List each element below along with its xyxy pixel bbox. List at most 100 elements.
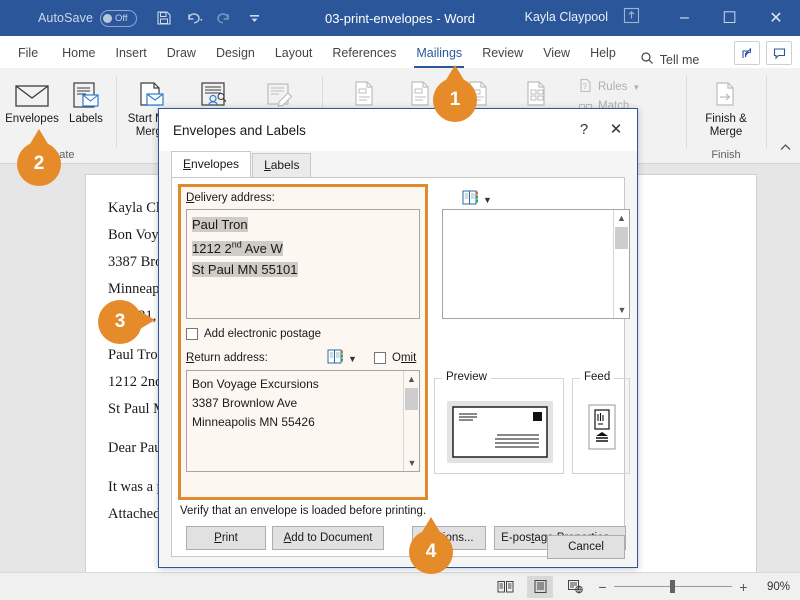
account-name[interactable]: Kayla Claypool xyxy=(525,10,608,24)
dialog-tab-envelopes[interactable]: Envelopes xyxy=(171,151,251,177)
dialog-close-button[interactable]: ✕ xyxy=(601,115,631,143)
tab-review[interactable]: Review xyxy=(472,38,533,68)
zoom-track[interactable] xyxy=(614,586,732,587)
status-bar: − + 90% xyxy=(0,572,800,600)
web-layout-icon[interactable] xyxy=(562,576,588,598)
return-address-input[interactable]: Bon Voyage Excursions 3387 Brownlow Ave … xyxy=(186,370,420,472)
share-icon[interactable] xyxy=(734,41,760,65)
upload-icon[interactable] xyxy=(623,7,640,29)
word-window: AutoSave Off 03-print-envelopes - Word K… xyxy=(0,0,800,600)
delivery-address-input[interactable]: Paul Tron 1212 2nd Ave W St Paul MN 5510… xyxy=(186,209,420,319)
insert-merge-field-icon xyxy=(508,74,564,110)
search-icon xyxy=(640,51,654,68)
delivery-line-3: St Paul MN 55101 xyxy=(192,262,298,277)
tab-design[interactable]: Design xyxy=(206,38,265,68)
scroll-thumb[interactable] xyxy=(405,388,418,410)
tab-right-buttons xyxy=(734,41,792,65)
autosave-switch[interactable]: Off xyxy=(100,10,137,27)
dialog-tab-labels[interactable]: Labels xyxy=(252,153,311,177)
tell-me-box[interactable]: Tell me xyxy=(640,51,700,68)
envelope-icon xyxy=(4,74,60,110)
save-icon[interactable] xyxy=(151,5,177,31)
return-address-book-button[interactable]: ▼ xyxy=(327,349,357,369)
read-mode-icon[interactable] xyxy=(492,576,518,598)
envelopes-panel: Delivery address: ▼ Paul Tron 1212 2nd A… xyxy=(171,177,625,557)
close-button[interactable]: ✕ xyxy=(752,0,800,36)
ribbon-labels-button[interactable]: Labels xyxy=(58,74,114,126)
tab-home[interactable]: Home xyxy=(52,38,105,68)
tab-mailings[interactable]: Mailings xyxy=(406,38,472,68)
delivery-preview-box[interactable]: ▲ ▼ xyxy=(442,209,630,319)
feed-direction-image[interactable] xyxy=(585,403,619,456)
ribbon-rules-button[interactable]: ? Rules ▼ xyxy=(578,78,640,96)
dialog-body: Envelopes Labels Delivery address: ▼ xyxy=(159,151,637,567)
omit-checkbox[interactable]: Omit xyxy=(374,352,416,364)
collapse-ribbon-icon[interactable] xyxy=(779,141,792,159)
return-address-label: Return address: xyxy=(186,352,268,364)
ribbon-tabs: File Home Insert Draw Design Layout Refe… xyxy=(0,36,800,68)
ribbon-envelopes-button[interactable]: Envelopes xyxy=(4,74,60,126)
checkbox-box[interactable] xyxy=(374,352,386,364)
edit-recipient-list-icon xyxy=(252,74,308,110)
tab-layout[interactable]: Layout xyxy=(265,38,323,68)
tab-references[interactable]: References xyxy=(322,38,406,68)
ribbon-highlight-merge-fields-button[interactable] xyxy=(336,74,392,110)
ribbon-insert-merge-field-button[interactable] xyxy=(508,74,564,110)
autosave-knob xyxy=(103,14,112,23)
scroll-up-icon[interactable]: ▲ xyxy=(614,210,629,226)
add-to-document-button[interactable]: Add to Document xyxy=(272,526,384,550)
redo-icon[interactable] xyxy=(211,5,237,31)
scroll-thumb[interactable] xyxy=(615,227,628,249)
maximize-button[interactable]: ☐ xyxy=(707,0,752,36)
address-book-icon xyxy=(462,190,479,210)
ribbon-envelopes-label: Envelopes xyxy=(4,113,60,126)
tab-insert[interactable]: Insert xyxy=(106,38,157,68)
delivery-address-text: Paul Tron 1212 2nd Ave W St Paul MN 5510… xyxy=(192,214,401,280)
tab-file[interactable]: File xyxy=(0,38,52,68)
cancel-button[interactable]: Cancel xyxy=(547,535,625,559)
zoom-thumb[interactable] xyxy=(670,580,675,593)
dialog-help-button[interactable]: ? xyxy=(569,115,599,143)
minimize-button[interactable]: – xyxy=(662,0,707,36)
envelopes-and-labels-dialog: Envelopes and Labels ? ✕ Envelopes Label… xyxy=(158,108,638,568)
zoom-out-button[interactable]: − xyxy=(597,579,608,595)
return-line-1: Bon Voyage Excursions xyxy=(192,375,401,394)
zoom-slider[interactable]: − + xyxy=(597,579,749,595)
address-book-icon xyxy=(327,349,344,369)
checkbox-box[interactable] xyxy=(186,328,198,340)
ribbon-group-finish: Finish &Merge Finish xyxy=(690,68,762,164)
add-electronic-postage-checkbox[interactable]: Add electronic postage xyxy=(186,328,321,340)
delivery-address-label: Delivery address: xyxy=(186,192,275,204)
delivery-preview-scrollbar[interactable]: ▲ ▼ xyxy=(613,210,629,318)
return-address-scrollbar[interactable]: ▲ ▼ xyxy=(403,371,419,471)
comments-icon[interactable] xyxy=(766,41,792,65)
title-bar: AutoSave Off 03-print-envelopes - Word K… xyxy=(0,0,800,36)
ribbon-divider-4 xyxy=(766,76,767,148)
delivery-address-book-button[interactable]: ▼ xyxy=(462,190,492,210)
select-recipients-icon xyxy=(186,74,242,110)
autosave-toggle[interactable]: AutoSave Off xyxy=(38,10,137,27)
scroll-down-icon[interactable]: ▼ xyxy=(404,455,420,471)
dialog-title: Envelopes and Labels xyxy=(173,123,306,138)
tab-help[interactable]: Help xyxy=(580,38,626,68)
status-bar-right: − + 90% xyxy=(492,576,790,598)
qat-more-icon[interactable] xyxy=(241,5,267,31)
omit-label: Omit xyxy=(392,352,416,364)
undo-icon[interactable] xyxy=(181,5,207,31)
verify-text: Verify that an envelope is loaded before… xyxy=(180,505,426,517)
tab-view[interactable]: View xyxy=(533,38,580,68)
zoom-in-button[interactable]: + xyxy=(738,579,749,595)
scroll-down-icon[interactable]: ▼ xyxy=(614,302,630,318)
tab-draw[interactable]: Draw xyxy=(157,38,206,68)
delivery-line-2: 1212 2nd Ave W xyxy=(192,241,283,256)
scroll-up-icon[interactable]: ▲ xyxy=(404,371,419,387)
zoom-level-label[interactable]: 90% xyxy=(758,581,790,593)
callout-1: 1 xyxy=(433,78,477,122)
ribbon-finish-merge-button[interactable]: Finish &Merge xyxy=(698,74,754,139)
print-layout-icon[interactable] xyxy=(527,576,553,598)
print-button[interactable]: Print xyxy=(186,526,266,550)
rules-icon: ? xyxy=(578,78,593,96)
autosave-label: AutoSave xyxy=(38,11,93,25)
feed-title: Feed xyxy=(580,371,614,383)
ordinal-suffix: nd xyxy=(232,240,242,250)
